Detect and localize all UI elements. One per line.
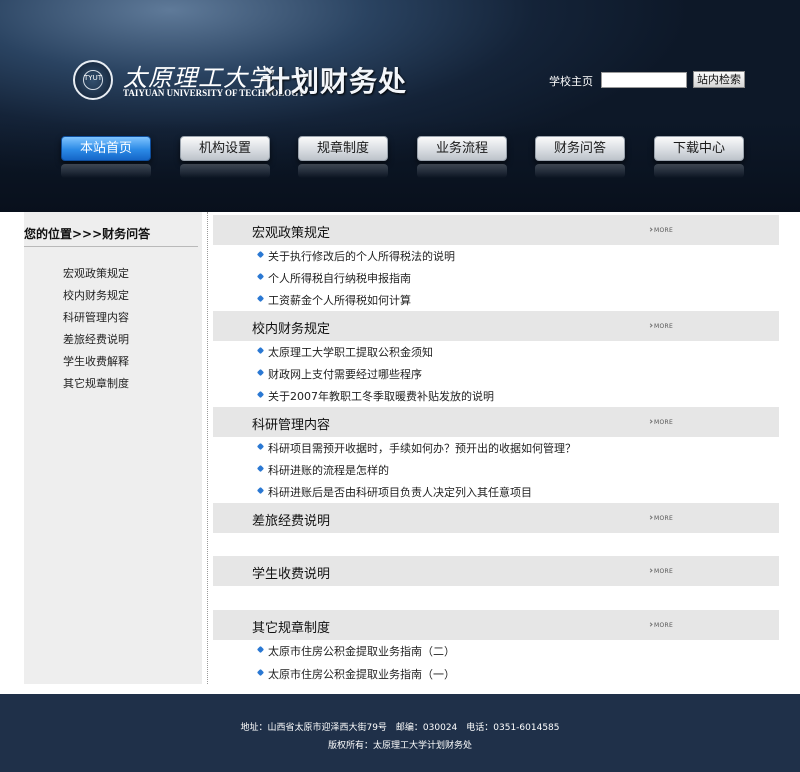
section-header: 其它规章制度 MORE	[213, 610, 779, 640]
sidebar-item-macro-policy[interactable]: 宏观政策规定	[63, 265, 129, 281]
article-link[interactable]: 关于执行修改后的个人所得税法的说明	[256, 248, 455, 264]
bullet-icon	[256, 486, 265, 495]
chevron-right-icon	[648, 622, 653, 627]
bullet-icon	[256, 346, 265, 355]
site-search-button[interactable]: 站内检索	[693, 71, 745, 88]
sidebar-divider	[24, 246, 198, 247]
section-title: 科研管理内容	[252, 418, 331, 433]
bullet-icon	[256, 668, 265, 677]
school-home-link[interactable]: 学校主页	[549, 73, 593, 89]
seal-text: TYUT	[84, 74, 102, 82]
article-link[interactable]: 太原市住房公积金提取业务指南（一）	[256, 666, 455, 682]
bullet-icon	[256, 272, 265, 281]
nav-faq[interactable]: 财务问答	[535, 136, 625, 161]
sidebar-item-research[interactable]: 科研管理内容	[63, 309, 129, 325]
more-link[interactable]: MORE	[648, 323, 673, 330]
section-title: 宏观政策规定	[252, 226, 331, 241]
nav-reflection	[535, 164, 625, 178]
nav-reflection	[61, 164, 151, 178]
section-title: 其它规章制度	[252, 621, 331, 636]
nav-reflection	[180, 164, 270, 178]
section-header: 校内财务规定 MORE	[213, 311, 779, 341]
bullet-icon	[256, 294, 265, 303]
more-link[interactable]: MORE	[648, 227, 673, 234]
article-link[interactable]: 科研进账后是否由科研项目负责人决定列入其任意项目	[256, 484, 532, 500]
section-header: 差旅经费说明 MORE	[213, 503, 779, 533]
section-title: 学生收费说明	[252, 567, 331, 582]
article-link[interactable]: 关于2007年教职工冬季取暖费补贴发放的说明	[256, 388, 494, 404]
bullet-icon	[256, 464, 265, 473]
footer-copyright: 版权所有：太原理工大学计划财务处	[327, 741, 472, 751]
department-title: 计划财务处	[262, 65, 408, 98]
chevron-right-icon	[648, 515, 653, 520]
chevron-right-icon	[648, 227, 653, 232]
section-title: 校内财务规定	[252, 322, 331, 337]
nav-reflection	[298, 164, 388, 178]
bullet-icon	[256, 442, 265, 451]
bullet-icon	[256, 250, 265, 259]
section-header: 科研管理内容 MORE	[213, 407, 779, 437]
footer-address: 地址：山西省太原市迎泽西大街79号 邮编：030024 电话：0351-6014…	[240, 723, 560, 733]
article-link[interactable]: 太原市住房公积金提取业务指南（二）	[256, 643, 455, 659]
university-seal-icon: TYUT	[73, 60, 113, 100]
sidebar-item-other-rules[interactable]: 其它规章制度	[63, 375, 129, 391]
article-link[interactable]: 科研进账的流程是怎样的	[256, 462, 389, 478]
nav-regulations[interactable]: 规章制度	[298, 136, 388, 161]
nav-reflection	[654, 164, 744, 178]
bullet-icon	[256, 645, 265, 654]
nav-downloads[interactable]: 下载中心	[654, 136, 744, 161]
bullet-icon	[256, 390, 265, 399]
site-search-input[interactable]	[601, 72, 687, 88]
more-link[interactable]: MORE	[648, 568, 673, 575]
nav-home[interactable]: 本站首页	[61, 136, 151, 161]
more-link[interactable]: MORE	[648, 515, 673, 522]
nav-reflection	[417, 164, 507, 178]
sidebar-item-travel[interactable]: 差旅经费说明	[63, 331, 129, 347]
more-link[interactable]: MORE	[648, 419, 673, 426]
bullet-icon	[256, 368, 265, 377]
chevron-right-icon	[648, 323, 653, 328]
site-header: TYUT 太原理工大学 TAIYUAN UNIVERSITY OF TECHNO…	[0, 0, 800, 212]
sidebar-item-student-fees[interactable]: 学生收费解释	[63, 353, 129, 369]
chevron-right-icon	[648, 568, 653, 573]
column-divider	[207, 212, 208, 684]
sidebar: 您的位置>>>财务问答 宏观政策规定 校内财务规定 科研管理内容 差旅经费说明 …	[24, 212, 202, 684]
section-header: 学生收费说明 MORE	[213, 556, 779, 586]
sidebar-item-campus-finance[interactable]: 校内财务规定	[63, 287, 129, 303]
section-header: 宏观政策规定 MORE	[213, 215, 779, 245]
more-link[interactable]: MORE	[648, 622, 673, 629]
article-link[interactable]: 个人所得税自行纳税申报指南	[256, 270, 411, 286]
nav-process[interactable]: 业务流程	[417, 136, 507, 161]
article-link[interactable]: 太原理工大学职工提取公积金须知	[256, 344, 433, 360]
article-link[interactable]: 科研项目需预开收据时，手续如何办？预开出的收据如何管理？	[256, 440, 576, 456]
article-link[interactable]: 财政网上支付需要经过哪些程序	[256, 366, 422, 382]
breadcrumb: 您的位置>>>财务问答	[24, 227, 151, 241]
section-title: 差旅经费说明	[252, 514, 331, 529]
nav-organization[interactable]: 机构设置	[180, 136, 270, 161]
chevron-right-icon	[648, 419, 653, 424]
site-footer: 地址：山西省太原市迎泽西大街79号 邮编：030024 电话：0351-6014…	[0, 694, 800, 772]
article-link[interactable]: 工资薪金个人所得税如何计算	[256, 292, 411, 308]
